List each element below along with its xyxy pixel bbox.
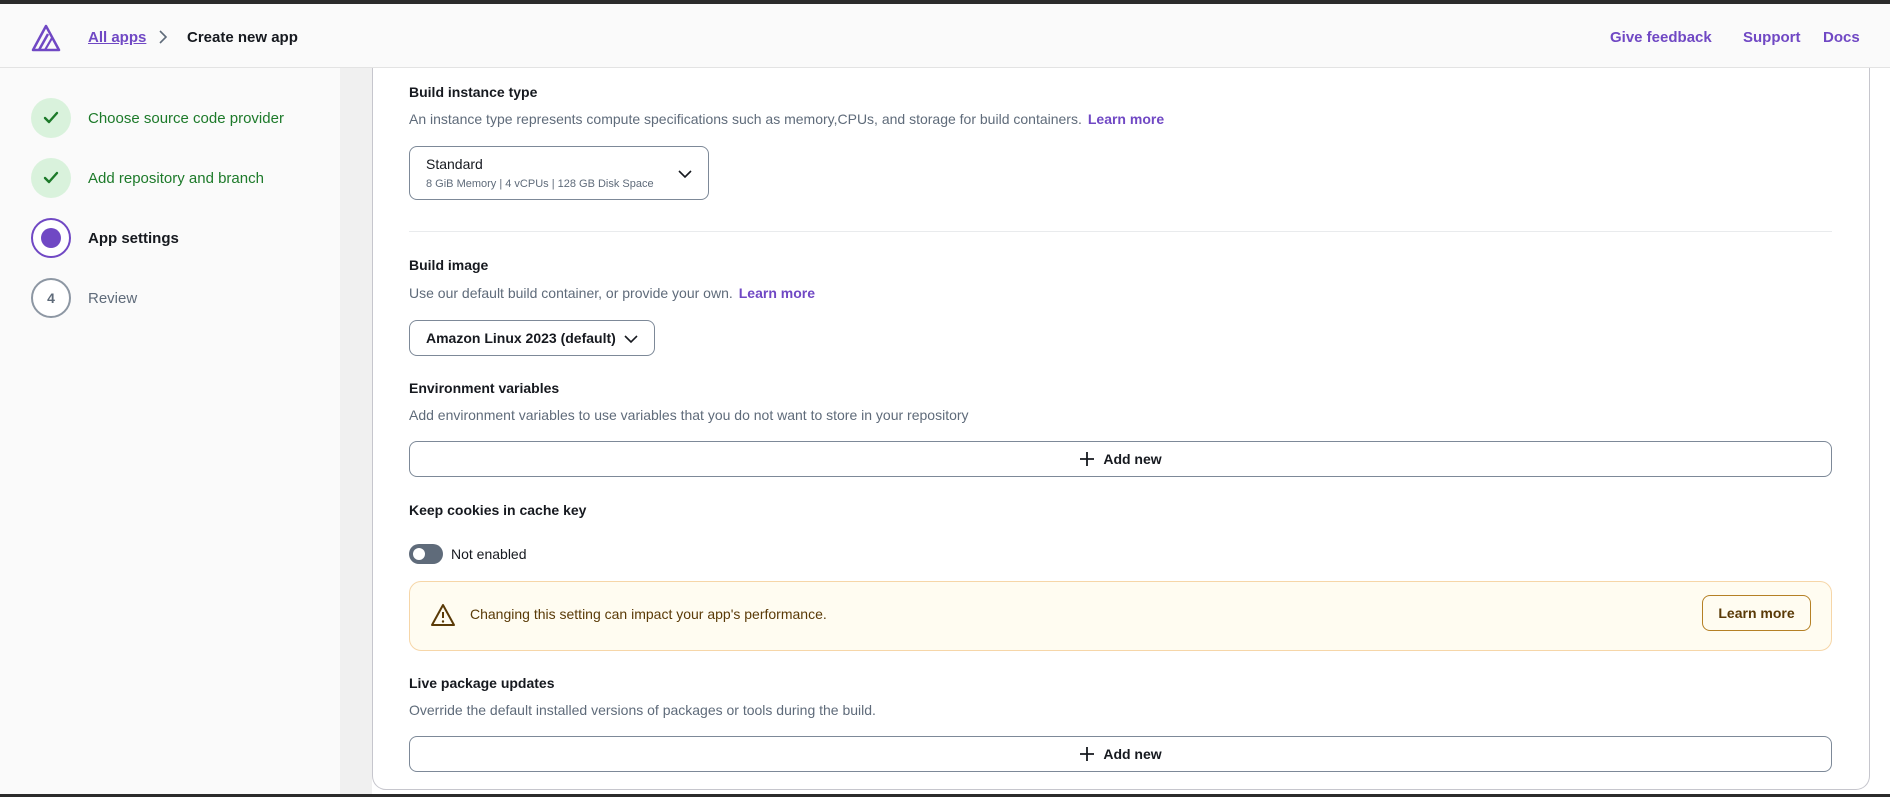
cookies-toggle[interactable] [409,544,443,564]
chevron-right-icon [159,30,168,44]
toggle-knob [413,548,425,560]
env-vars-title: Environment variables [409,380,560,396]
plus-icon [1080,452,1095,466]
cookies-toggle-label: Not enabled [451,546,527,562]
performance-warning-alert: Changing this setting can impact your ap… [409,581,1832,651]
build-instance-title: Build instance type [409,84,538,100]
build-instance-description: An instance type represents compute spec… [409,111,1164,127]
docs-link[interactable]: Docs [1823,29,1860,46]
build-image-description: Use our default build container, or prov… [409,285,815,301]
step-active-indicator [31,218,71,258]
step-complete-indicator [31,98,71,138]
step-review[interactable]: 4 Review [31,278,137,318]
top-header: All apps Create new app Give feedback Su… [0,4,1890,68]
build-image-title: Build image [409,257,489,273]
cookies-title: Keep cookies in cache key [409,502,587,518]
step-label: App settings [88,229,179,247]
step-label: Choose source code provider [88,109,284,127]
plus-icon [1080,747,1095,761]
button-label: Add new [1103,746,1162,762]
step-choose-source[interactable]: Choose source code provider [31,98,284,138]
section-divider [409,231,1832,232]
env-vars-description: Add environment variables to use variabl… [409,407,969,423]
chevron-down-icon [678,170,692,179]
button-label: Add new [1103,451,1162,467]
check-icon [43,111,59,124]
step-label: Add repository and branch [88,169,264,187]
build-instance-learn-more-link[interactable]: Learn more [1088,111,1164,127]
breadcrumb-current: Create new app [187,29,298,46]
select-value: Amazon Linux 2023 (default) [426,330,616,346]
support-link[interactable]: Support [1743,29,1801,46]
build-image-learn-more-link[interactable]: Learn more [739,285,815,301]
step-complete-indicator [31,158,71,198]
build-instance-select[interactable]: Standard 8 GiB Memory | 4 vCPUs | 128 GB… [409,146,709,200]
step-app-settings[interactable]: App settings [31,218,179,258]
select-detail: 8 GiB Memory | 4 vCPUs | 128 GB Disk Spa… [426,178,654,190]
select-value: Standard [426,156,483,172]
check-icon [43,171,59,184]
breadcrumb-all-apps-link[interactable]: All apps [88,29,146,46]
step-label: Review [88,289,138,307]
alert-learn-more-button[interactable]: Learn more [1702,595,1811,631]
amplify-logo-icon[interactable] [31,24,61,52]
build-image-select[interactable]: Amazon Linux 2023 (default) [409,320,655,356]
warning-icon [431,604,455,626]
chevron-down-icon [624,335,638,344]
description-text: Use our default build container, or prov… [409,285,733,301]
active-dot-icon [41,228,61,248]
live-packages-add-new-button[interactable]: Add new [409,736,1832,772]
env-vars-add-new-button[interactable]: Add new [409,441,1832,477]
give-feedback-link[interactable]: Give feedback [1610,29,1712,46]
live-packages-title: Live package updates [409,675,555,691]
description-text: An instance type represents compute spec… [409,111,1082,127]
layout-gutter [340,68,372,794]
step-add-repository[interactable]: Add repository and branch [31,158,264,198]
live-packages-description: Override the default installed versions … [409,702,876,718]
step-number-indicator: 4 [31,278,71,318]
alert-text: Changing this setting can impact your ap… [470,606,827,622]
